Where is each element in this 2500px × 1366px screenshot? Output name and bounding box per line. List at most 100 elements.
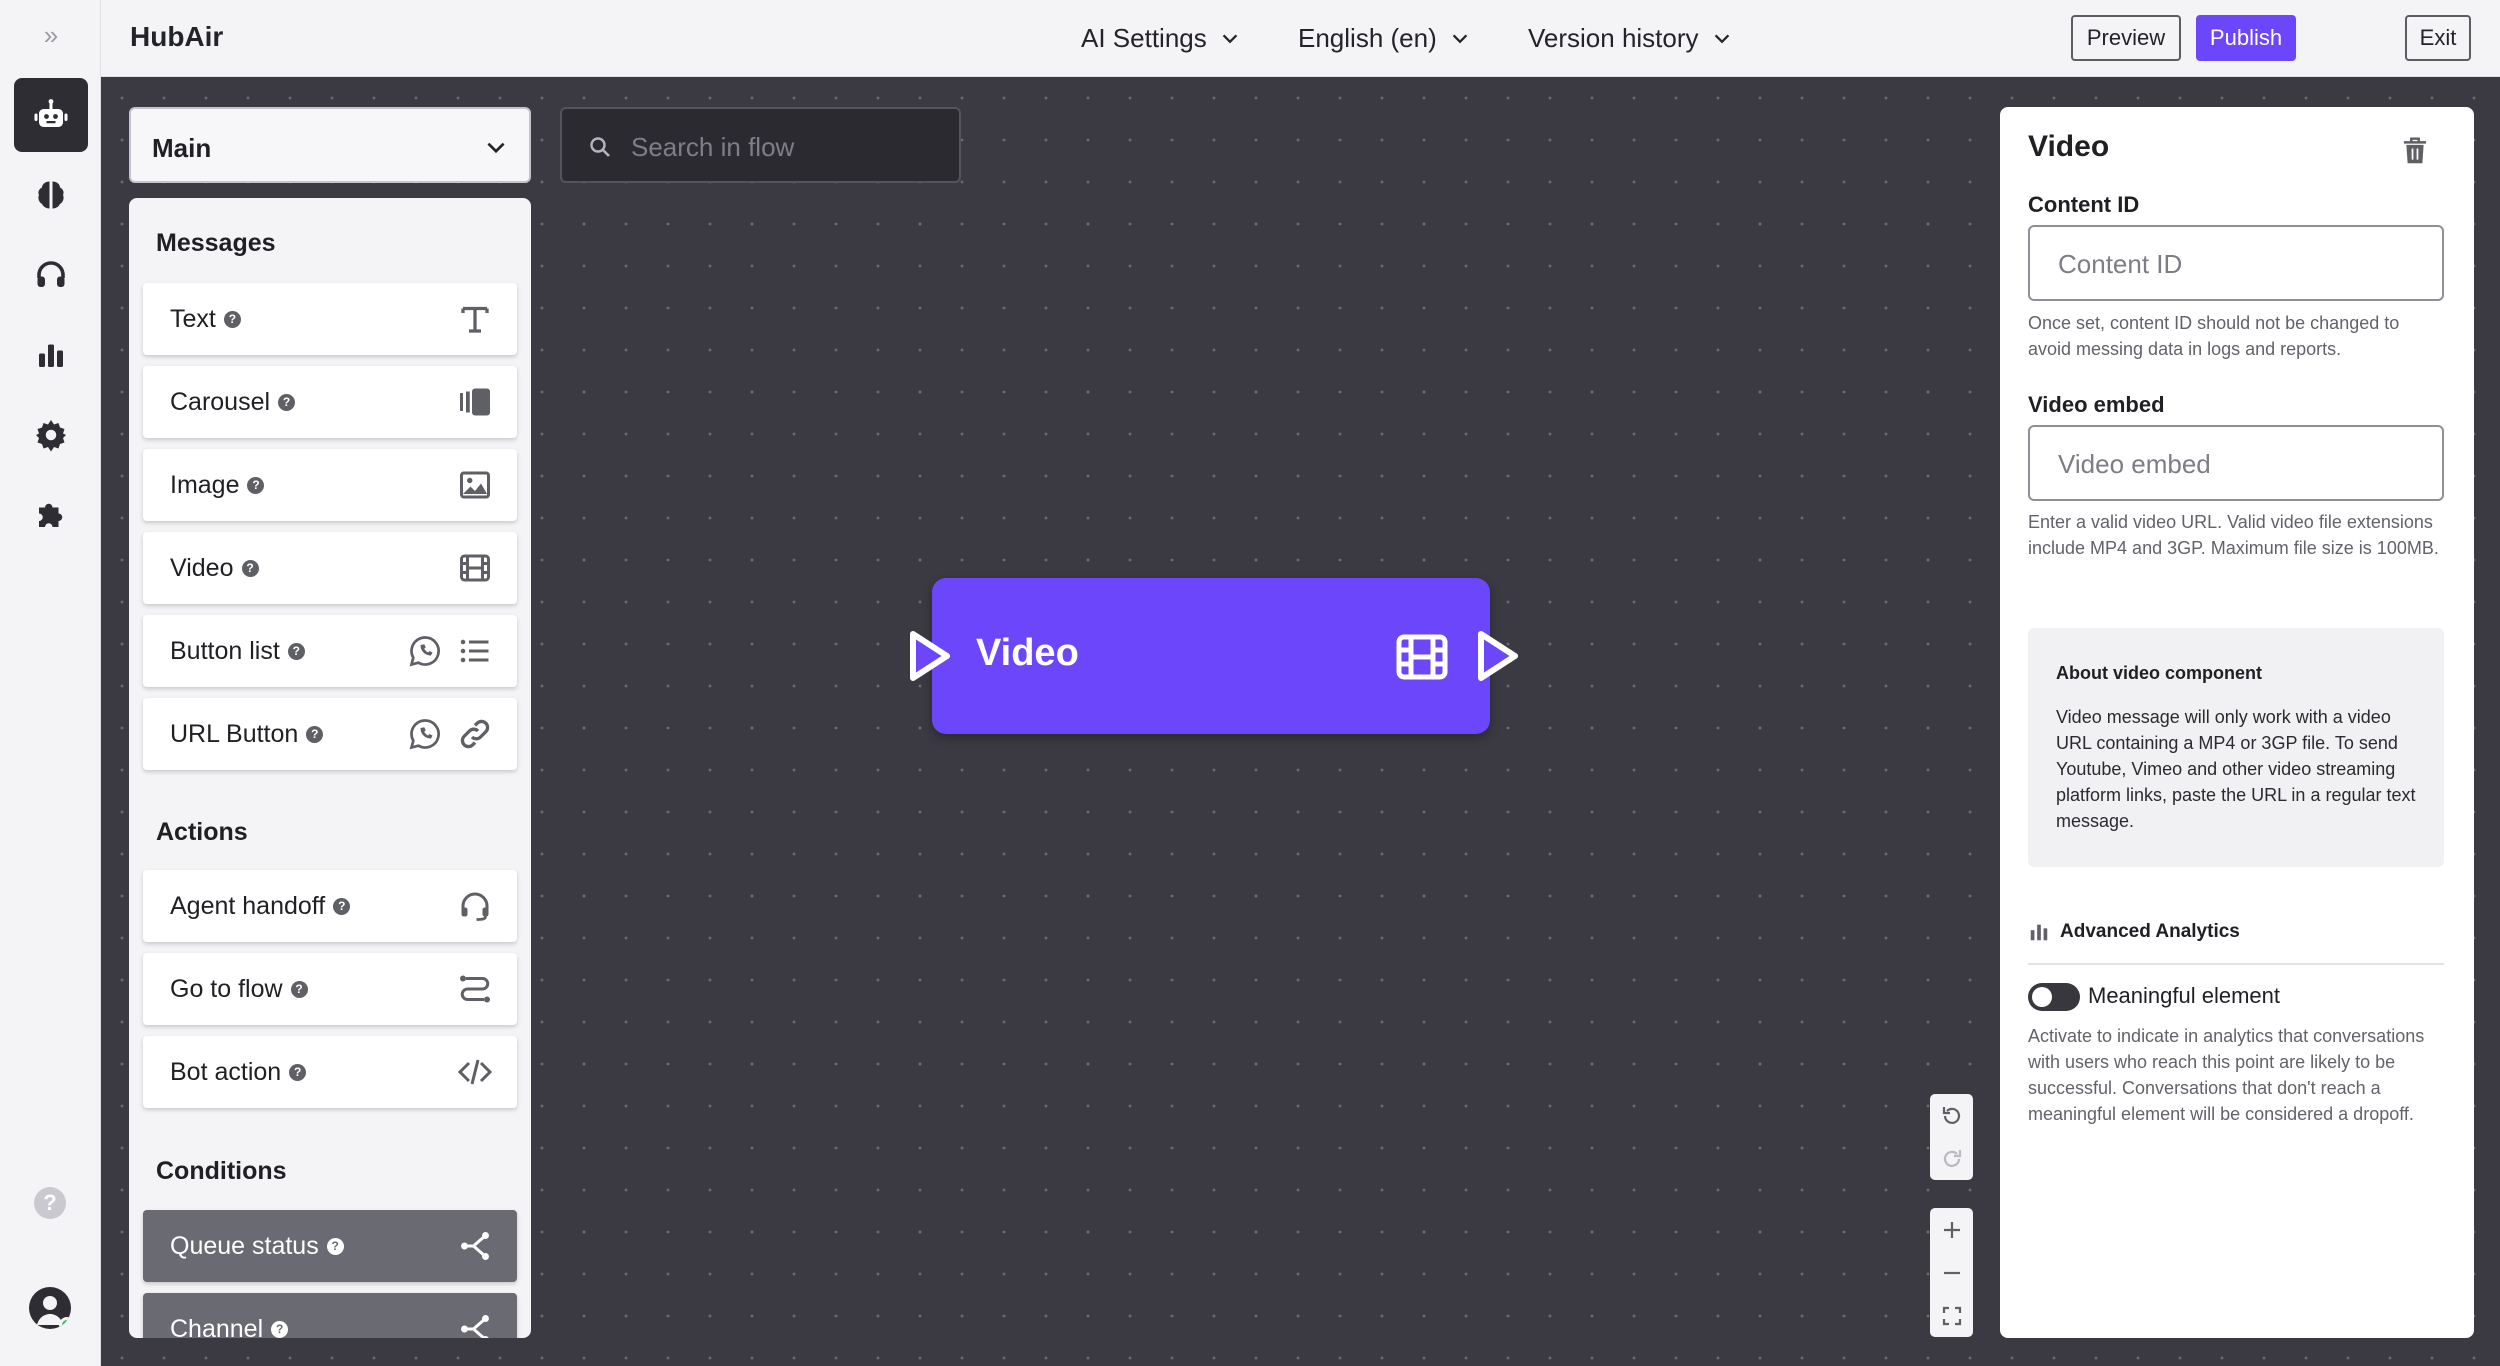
palette-item-label: Go to flow (170, 975, 283, 1003)
settings-nav[interactable] (14, 398, 88, 472)
exit-button[interactable]: Exit (2405, 15, 2471, 61)
help-icon[interactable]: ? (290, 981, 308, 998)
support-nav[interactable] (14, 238, 88, 312)
about-video-box: About video component Video message will… (2028, 628, 2444, 867)
minus-icon (1943, 1271, 1960, 1274)
bar-chart-icon (39, 344, 63, 367)
palette-item-agent-handoff[interactable]: Agent handoff? (143, 870, 517, 942)
search-placeholder: Search in flow (631, 132, 795, 162)
version-history-menu[interactable]: Version history (1528, 23, 1733, 54)
palette-item-label: Image (170, 471, 240, 499)
divider (2028, 963, 2444, 965)
redo-icon (1943, 1149, 1961, 1167)
redo-button[interactable] (1930, 1137, 1973, 1180)
analytics-nav[interactable] (14, 318, 88, 392)
help-icon[interactable]: ? (223, 311, 241, 328)
flow-select[interactable]: Main (129, 107, 531, 183)
palette-item-label: Video (170, 554, 234, 582)
zoom-in-button[interactable] (1930, 1208, 1973, 1251)
palette-item-url-button[interactable]: URL Button? (143, 698, 517, 770)
integrations-nav[interactable] (14, 478, 88, 552)
fullscreen-icon (1942, 1306, 1961, 1325)
palette-item-label: Agent handoff (170, 892, 326, 920)
palette-item-channel[interactable]: Channel? (143, 1293, 517, 1338)
bot-builder-nav[interactable] (14, 78, 88, 152)
link-icon (460, 719, 490, 749)
list-icon (460, 639, 489, 663)
plus-icon (1943, 1221, 1960, 1238)
search-input[interactable]: Search in flow (560, 107, 961, 183)
meaningful-element-label: Meaningful element (2088, 983, 2281, 1008)
palette-item-label: Channel (170, 1315, 264, 1338)
palette-item-label: Bot action (170, 1058, 282, 1086)
meaningful-element-hint: Activate to indicate in analytics that c… (2028, 1026, 2425, 1124)
video-embed-label: Video embed (2028, 392, 2165, 417)
help-icon[interactable]: ? (326, 1238, 344, 1255)
chevron-down-icon (1714, 34, 1729, 43)
undo-button[interactable] (1930, 1094, 1973, 1137)
palette-item-label: Queue status (170, 1232, 319, 1260)
expand-rail-button[interactable]: » (33, 22, 69, 48)
chevron-down-icon (487, 142, 505, 154)
fit-view-button[interactable] (1930, 1294, 1973, 1337)
language-menu[interactable]: English (en) (1298, 23, 1471, 54)
bar-chart-icon (2030, 924, 2048, 941)
gear-icon (36, 420, 66, 452)
online-status-dot (59, 1317, 71, 1329)
palette-item-video[interactable]: Video? (143, 532, 517, 604)
palette-item-button-list[interactable]: Button list? (143, 615, 517, 687)
palette-item-label: Button list (170, 637, 280, 665)
help-icon[interactable]: ? (306, 726, 324, 743)
carousel-icon (460, 388, 490, 416)
video-embed-hint: Enter a valid video URL. Valid video fil… (2028, 512, 2439, 558)
palette-item-carousel[interactable]: Carousel? (143, 366, 517, 438)
input-port-icon[interactable] (905, 628, 953, 684)
whatsapp-icon (409, 719, 440, 750)
meaningful-element-toggle[interactable] (2028, 983, 2080, 1011)
palette-item-label: URL Button (170, 720, 299, 748)
publish-button[interactable]: Publish (2196, 15, 2296, 61)
messages-section-title: Messages (156, 229, 276, 257)
ai-settings-label: AI Settings (1081, 23, 1207, 53)
version-history-label: Version history (1528, 23, 1699, 53)
ai-settings-menu[interactable]: AI Settings (1081, 23, 1241, 54)
ai-brain-nav[interactable] (14, 158, 88, 232)
history-controls (1930, 1094, 1973, 1180)
help-icon[interactable]: ? (247, 477, 265, 494)
brain-icon (38, 181, 64, 209)
component-palette: Messages Text? Carousel? Image? Video? B… (129, 198, 531, 1338)
palette-item-bot-action[interactable]: Bot action? (143, 1036, 517, 1108)
headset-icon (461, 892, 489, 921)
route-icon (460, 975, 490, 1003)
video-embed-placeholder: Video embed (2058, 449, 2211, 479)
help-icon[interactable]: ? (287, 643, 305, 660)
palette-item-image[interactable]: Image? (143, 449, 517, 521)
help-icon[interactable]: ? (241, 560, 259, 577)
help-icon[interactable]: ? (333, 898, 351, 915)
help-icon[interactable]: ? (271, 1321, 289, 1338)
trash-icon[interactable] (2400, 135, 2430, 167)
palette-item-text[interactable]: Text? (143, 283, 517, 355)
content-id-placeholder: Content ID (2058, 249, 2183, 279)
palette-item-label: Carousel (170, 388, 271, 416)
film-icon (460, 554, 490, 582)
help-icon[interactable]: ? (278, 394, 296, 411)
output-port-icon[interactable] (1473, 628, 1521, 684)
zoom-out-button[interactable] (1930, 1251, 1973, 1294)
node-title: Video (976, 632, 1079, 674)
avatar[interactable] (29, 1287, 71, 1329)
chevron-down-icon (1222, 34, 1237, 43)
palette-item-queue-status[interactable]: Queue status? (143, 1210, 517, 1282)
branch-icon (461, 1315, 489, 1338)
help-icon[interactable]: ? (34, 1187, 66, 1219)
search-icon (590, 137, 610, 157)
preview-button[interactable]: Preview (2071, 15, 2181, 61)
help-icon[interactable]: ? (289, 1064, 307, 1081)
advanced-analytics-header: Advanced Analytics (2028, 921, 2240, 943)
whatsapp-icon (409, 636, 440, 667)
video-embed-field[interactable]: Video embed (2028, 425, 2444, 501)
language-label: English (en) (1298, 23, 1437, 53)
undo-icon (1942, 1106, 1960, 1124)
content-id-field[interactable]: Content ID (2028, 225, 2444, 301)
palette-item-go-to-flow[interactable]: Go to flow? (143, 953, 517, 1025)
